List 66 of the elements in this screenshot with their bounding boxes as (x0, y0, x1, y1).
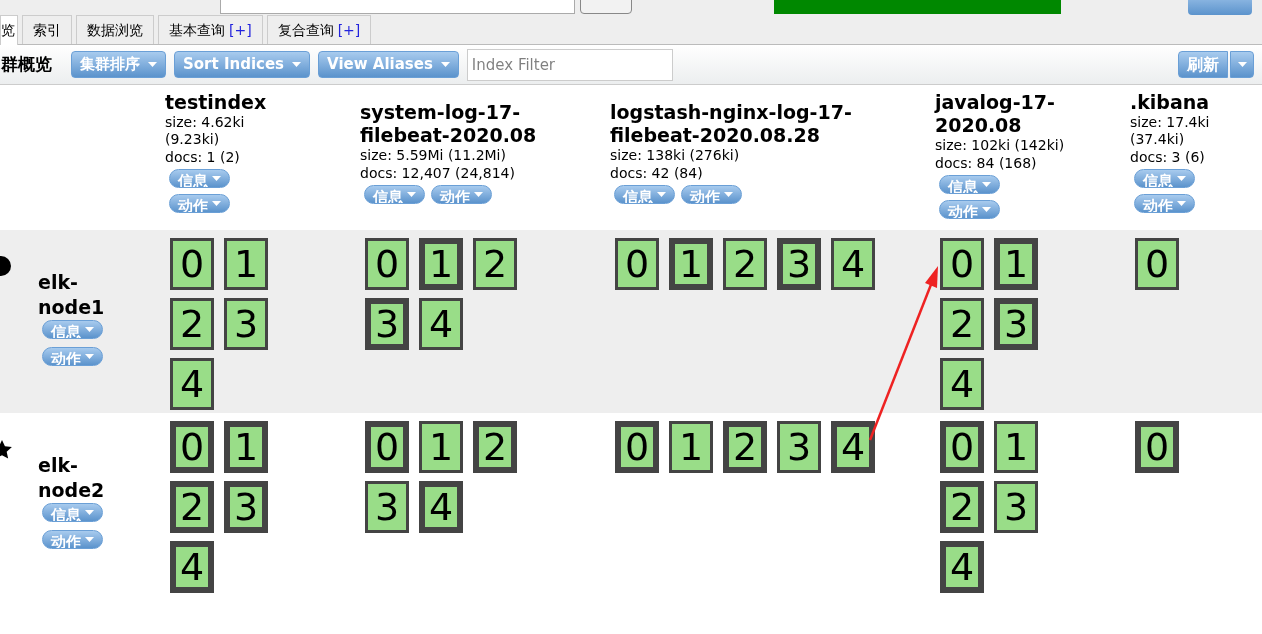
index-docs: docs: 1 (2) (165, 148, 241, 166)
shard-tile[interactable]: 0 (940, 238, 984, 290)
index-size: size: 138ki (276ki) (610, 147, 741, 164)
shard-tile[interactable]: 0 (170, 238, 214, 290)
shard-tile[interactable]: 1 (669, 238, 713, 290)
shard-tile[interactable]: 0 (365, 238, 409, 290)
tab[interactable]: 数据浏览 (76, 15, 154, 44)
shard-tile[interactable]: 4 (170, 358, 214, 410)
node-name: elk-node2 (38, 453, 106, 503)
tab[interactable]: 索引 (22, 15, 72, 44)
shard-tile[interactable]: 0 (1135, 238, 1179, 290)
shard-tile[interactable]: 2 (940, 298, 984, 350)
shard-tile[interactable]: 1 (224, 238, 268, 290)
shard-tile[interactable]: 3 (224, 298, 268, 350)
index-name: javalog-17-2020.08 (935, 91, 1056, 137)
shard-tile[interactable]: 2 (723, 421, 767, 473)
shard-tile[interactable]: 3 (365, 481, 409, 533)
index-name: testindex (165, 91, 268, 114)
shard-tile[interactable]: 2 (170, 298, 214, 350)
shard-tile[interactable]: 4 (940, 358, 984, 410)
index-docs: docs: 84 (168) (935, 154, 1038, 172)
shard-tile[interactable]: 3 (994, 481, 1038, 533)
shard-tile[interactable]: 2 (473, 421, 517, 473)
index-docs: docs: 42 (84) (610, 164, 704, 182)
page-title: 群概览 (1, 52, 53, 76)
tab[interactable]: 基本查询 [+] (158, 15, 263, 44)
shard-tile[interactable]: 0 (615, 421, 659, 473)
shard-tile[interactable]: 3 (777, 421, 821, 473)
shard-tile[interactable]: 3 (994, 298, 1038, 350)
shard-tile[interactable]: 2 (940, 481, 984, 533)
shard-tile[interactable]: 0 (365, 421, 409, 473)
shard-tile[interactable]: 1 (224, 421, 268, 473)
index-name: .kibana (1130, 91, 1211, 114)
index-size: size: 4.62ki (9.23ki) (165, 114, 246, 148)
shard-tile[interactable]: 4 (831, 421, 875, 473)
shard-tile[interactable]: 0 (1135, 421, 1179, 473)
node-name: elk-node1 (38, 270, 106, 320)
shard-tile[interactable]: 0 (170, 421, 214, 473)
shard-tile[interactable]: 1 (994, 238, 1038, 290)
shard-tile[interactable]: 0 (615, 238, 659, 290)
shard-tile[interactable]: 1 (669, 421, 713, 473)
shard-tile[interactable]: 0 (940, 421, 984, 473)
shard-tile[interactable]: 3 (365, 298, 409, 350)
shard-tile[interactable]: 1 (994, 421, 1038, 473)
shard-tile[interactable]: 3 (224, 481, 268, 533)
shard-tile[interactable]: 1 (419, 238, 463, 290)
shard-tile[interactable]: 4 (940, 541, 984, 593)
shard-tile[interactable]: 4 (419, 481, 463, 533)
shard-tile[interactable]: 4 (170, 541, 214, 593)
shard-tile[interactable]: 1 (419, 421, 463, 473)
shard-tile[interactable]: 4 (419, 298, 463, 350)
index-size: size: 5.59Mi (11.2Mi) (360, 147, 507, 164)
index-size: size: 102ki (142ki) (935, 137, 1066, 154)
shard-tile[interactable]: 2 (473, 238, 517, 290)
shard-tile[interactable]: 4 (831, 238, 875, 290)
index-docs: docs: 12,407 (24,814) (360, 164, 516, 182)
shard-tile[interactable]: 2 (723, 238, 767, 290)
index-filter-field[interactable]: Index Filter (466, 48, 673, 81)
shard-tile[interactable]: 3 (777, 238, 821, 290)
index-name: logstash-nginx-log-17-filebeat-2020.08.28 (610, 101, 853, 147)
index-docs: docs: 3 (6) (1130, 148, 1206, 166)
index-name: system-log-17-filebeat-2020.08 (360, 101, 538, 147)
shard-tile[interactable]: 2 (170, 481, 214, 533)
index-size: size: 17.4ki (37.4ki) (1130, 114, 1211, 148)
tab[interactable]: 览 (0, 15, 18, 45)
tab[interactable]: 复合查询 [+] (266, 15, 372, 44)
